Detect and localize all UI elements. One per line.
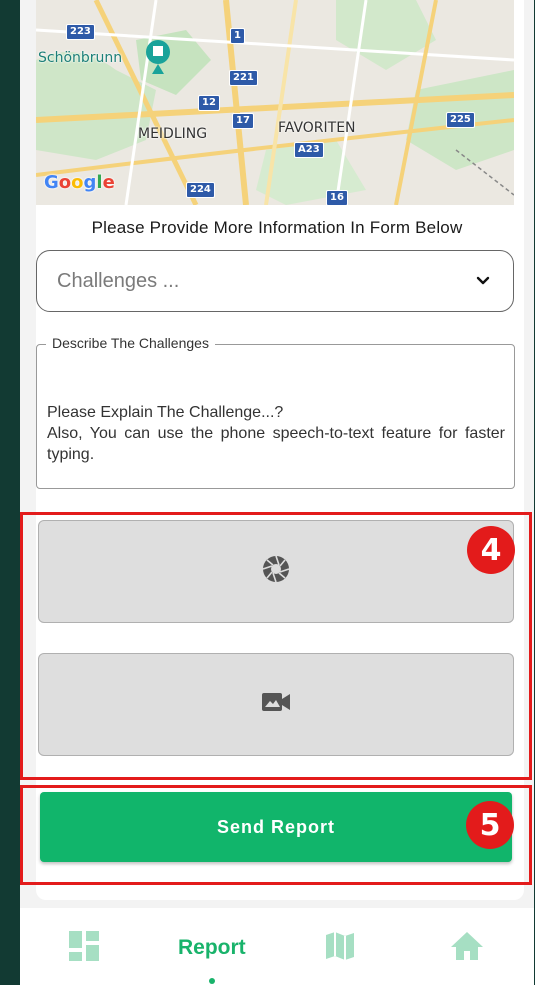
nav-report[interactable]: Report (178, 936, 246, 960)
home-icon (450, 930, 484, 967)
nav-report-label: Report (178, 936, 246, 959)
road-badge: 223 (66, 24, 95, 40)
nav-map[interactable] (324, 930, 356, 967)
form-instructions: Please Provide More Information In Form … (91, 218, 463, 237)
map-label-favoriten: FAVORITEN (278, 120, 356, 136)
road-badge: 16 (326, 190, 348, 205)
description-placeholder: Please Explain The Challenge...? Also, Y… (47, 402, 505, 465)
map-label-schonbrunn: Schönbrunn (38, 50, 123, 66)
description-label: Describe The Challenges (46, 335, 215, 351)
chevron-down-icon (475, 273, 491, 294)
dropdown-placeholder: Challenges ... (57, 270, 180, 292)
road-badge: 221 (229, 70, 258, 86)
app-screen: 223 1 221 12 17 A23 225 224 16 Schönbrun… (20, 0, 534, 985)
road-badge: 224 (186, 182, 215, 198)
road-badge: 17 (232, 113, 254, 129)
challenges-dropdown[interactable]: Challenges ... (36, 250, 514, 312)
video-camera-icon (261, 691, 291, 718)
bottom-navigation: Report (20, 908, 534, 985)
annotation-badge-4: 4 (467, 526, 515, 574)
record-video-button[interactable] (38, 653, 514, 756)
map-label-meidling: MEIDLING (138, 126, 208, 142)
active-indicator-dot (209, 978, 215, 984)
map-view[interactable]: 223 1 221 12 17 A23 225 224 16 Schönbrun… (36, 0, 514, 205)
send-report-button[interactable]: Send Report (40, 792, 512, 862)
road-badge: 1 (230, 28, 245, 44)
nav-dashboard[interactable] (68, 930, 100, 967)
road-badge: 225 (446, 112, 475, 128)
annotation-badge-5: 5 (466, 801, 514, 849)
google-logo: Google (44, 172, 115, 193)
road-badge: A23 (294, 142, 324, 158)
camera-shutter-icon (262, 555, 290, 588)
take-photo-button[interactable] (38, 520, 514, 623)
map-icon (324, 930, 356, 967)
nav-home[interactable] (450, 930, 484, 967)
placeholder-line-1: Please Explain The Challenge...? (47, 404, 284, 421)
road-badge: 12 (198, 95, 220, 111)
placeholder-line-2: Also, You can use the phone speech-to-te… (47, 425, 505, 463)
dashboard-icon (68, 930, 100, 967)
